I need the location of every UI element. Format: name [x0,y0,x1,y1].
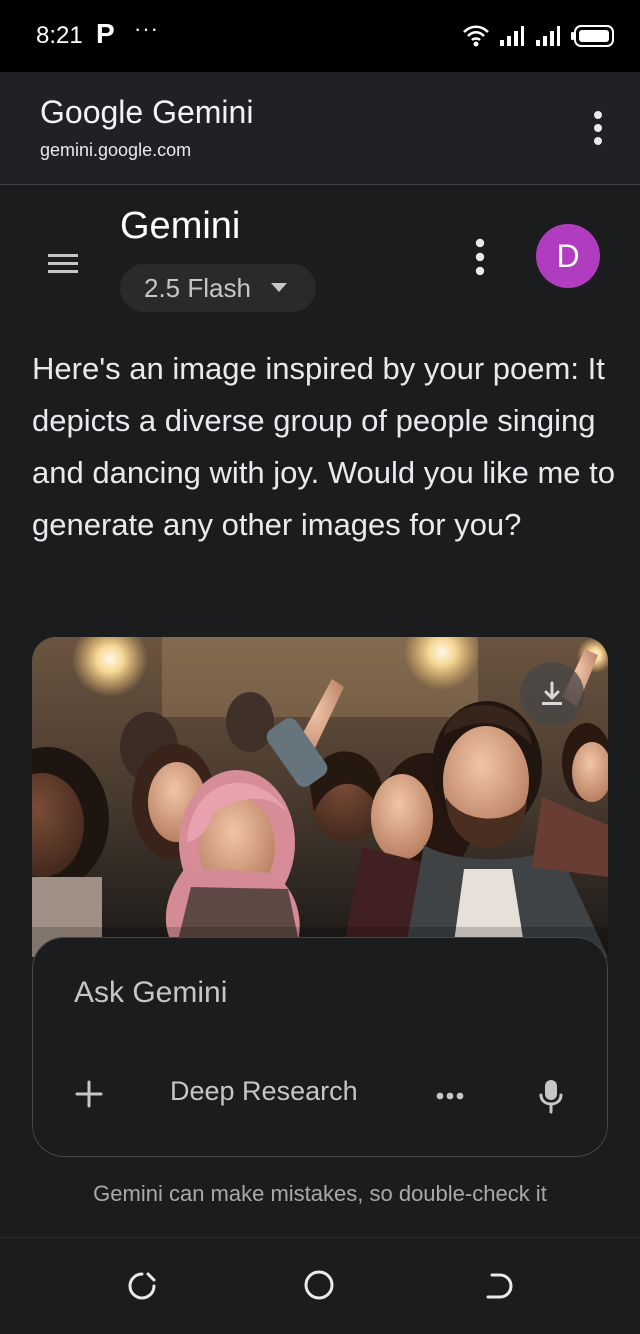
home-icon[interactable] [302,1268,336,1302]
recents-icon[interactable] [126,1270,158,1302]
app-menu-icon[interactable] [470,237,490,277]
microphone-icon[interactable] [537,1078,565,1114]
site-title: Google Gemini [40,94,254,130]
wifi-icon [463,25,489,47]
back-icon[interactable] [482,1270,514,1302]
download-button[interactable] [520,662,584,726]
gemini-app: Gemini 2.5 Flash D Here's an image inspi… [0,185,640,1237]
more-notifications-icon: ··· [134,16,159,41]
ask-gemini-composer[interactable]: Ask Gemini Deep Research [32,937,608,1157]
browser-menu-icon[interactable] [588,110,608,146]
ask-gemini-input[interactable]: Ask Gemini [74,976,227,1010]
generated-image[interactable] [32,637,608,957]
status-bar: 8:21 P ··· [0,0,640,72]
notification-p-icon: P [96,18,115,49]
deep-research-button[interactable]: Deep Research [170,1076,358,1107]
system-navigation-bar [0,1237,640,1334]
site-url: gemini.google.com [40,140,192,160]
more-tools-icon[interactable] [436,1092,464,1100]
browser-app-bar: Google Gemini gemini.google.com [0,72,640,185]
signal-icon [536,26,560,46]
assistant-message: Here's an image inspired by your poem: I… [32,351,616,542]
model-label: 2.5 Flash [144,272,251,303]
disclaimer-text: Gemini can make mistakes, so double-chec… [93,1181,547,1206]
model-selector[interactable]: 2.5 Flash [120,264,316,312]
plus-icon[interactable] [73,1078,105,1110]
app-title: Gemini [120,205,241,247]
dropdown-arrow-icon [270,283,287,292]
download-icon [542,681,562,705]
status-time: 8:21 [36,22,83,49]
profile-avatar[interactable]: D [536,224,600,288]
battery-icon [571,25,614,47]
status-icons [462,22,616,50]
signal-icon [500,26,524,46]
hamburger-menu-icon[interactable] [44,249,82,277]
